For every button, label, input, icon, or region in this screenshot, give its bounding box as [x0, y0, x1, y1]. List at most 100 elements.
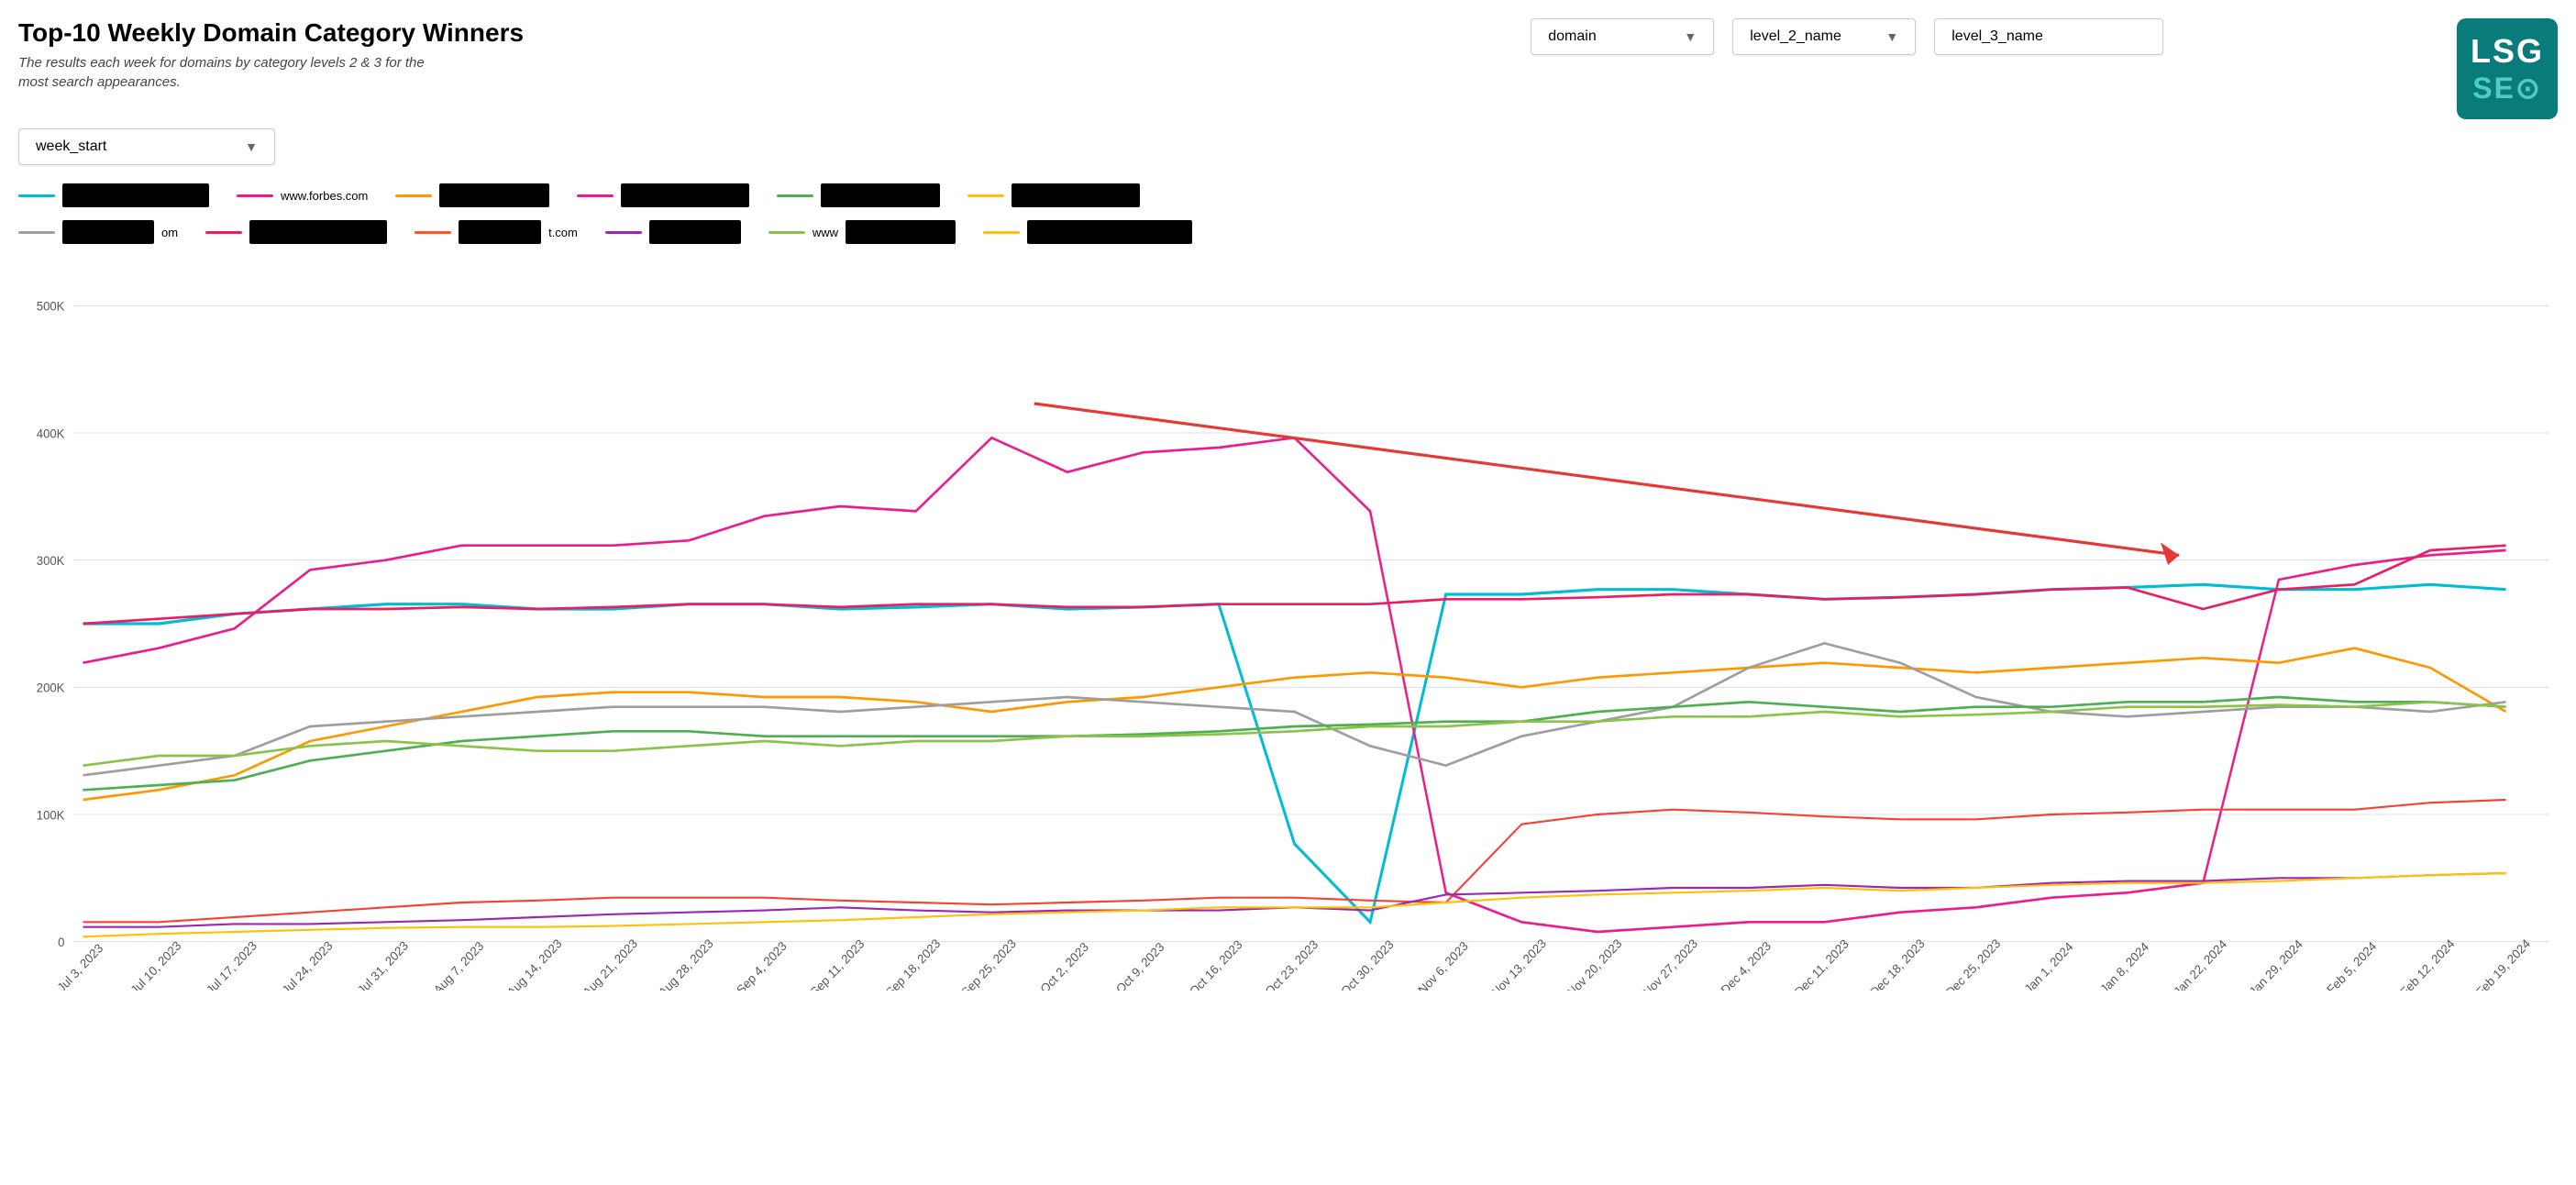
x-label-26: Jan 1, 2024: [2022, 939, 2076, 991]
x-label-22: Dec 4, 2023: [1719, 939, 1774, 991]
x-label-32: Feb 19, 2024: [2473, 936, 2533, 991]
line-forbes: [83, 437, 2505, 932]
line-purple: [83, 873, 2505, 927]
y-label-200k: 200K: [37, 681, 65, 694]
legend-item-cyan: [18, 183, 209, 207]
level2-filter[interactable]: level_2_name ▼: [1732, 18, 1916, 55]
legend-label-pink: [621, 183, 749, 207]
x-label-13: Oct 2, 2023: [1038, 940, 1091, 991]
legend-label-gray-suffix: om: [161, 226, 178, 239]
legend-item-green: [777, 183, 940, 207]
x-label-5: Aug 7, 2023: [431, 939, 486, 991]
x-label-15: Oct 16, 2023: [1187, 937, 1244, 991]
line-magenta: [83, 546, 2505, 624]
x-label-10: Sep 11, 2023: [808, 936, 868, 991]
x-label-8: Aug 28, 2023: [656, 936, 715, 991]
logo: LSG SE⊙: [2457, 18, 2558, 119]
legend-item-ylast: [983, 220, 1192, 244]
x-label-3: Jul 24, 2023: [280, 938, 336, 991]
legend-color-orange: [395, 194, 432, 197]
legend-label-ylast: [1027, 220, 1192, 244]
legend-color-green: [777, 194, 813, 197]
x-label-18: Nov 6, 2023: [1416, 939, 1471, 991]
subtitle: The results each week for domains by cat…: [18, 53, 440, 92]
chart-svg: .grid-line { stroke: #e0e0e0; stroke-wid…: [18, 257, 2558, 991]
legend-item-lgreen: www: [768, 220, 956, 244]
x-label-9: Sep 4, 2023: [734, 939, 789, 991]
page-title: Top-10 Weekly Domain Category Winners: [18, 18, 1238, 48]
legend-color-yellow: [967, 194, 1004, 197]
x-label-28: Jan 22, 2024: [2171, 936, 2229, 991]
x-label-16: Oct 23, 2023: [1263, 937, 1321, 991]
legend-label-tcom-suffix: t.com: [548, 226, 578, 239]
legend-color-cyan: [18, 194, 55, 197]
x-label-27: Jan 8, 2024: [2097, 939, 2151, 991]
level3-label: level_3_name: [1951, 28, 2043, 45]
legend-label-green: [821, 183, 940, 207]
domain-filter[interactable]: domain ▼: [1531, 18, 1714, 55]
top-filters: domain ▼ level_2_name ▼ level_3_name: [1238, 18, 2458, 55]
x-label-17: Oct 30, 2023: [1338, 937, 1396, 991]
level2-arrow-icon: ▼: [1885, 29, 1898, 44]
domain-label: domain: [1548, 28, 1596, 45]
legend: www.forbes.com: [18, 183, 2558, 207]
legend-row2: om t.com www: [18, 220, 2558, 244]
x-label-20: Nov 20, 2023: [1564, 936, 1624, 991]
x-label-30: Feb 5, 2024: [2325, 938, 2380, 991]
legend-color-forbes: [237, 194, 273, 197]
y-label-500k: 500K: [37, 299, 65, 313]
level2-label: level_2_name: [1750, 28, 1841, 45]
header: Top-10 Weekly Domain Category Winners Th…: [18, 18, 2558, 119]
x-label-29: Jan 29, 2024: [2247, 936, 2305, 991]
legend-label-orange: [439, 183, 549, 207]
x-label-7: Aug 21, 2023: [580, 936, 640, 991]
legend-color-red2: [205, 231, 242, 234]
legend-label-lgreen: [846, 220, 956, 244]
legend-color-lgreen: [768, 231, 805, 234]
legend-label-cyan: [62, 183, 209, 207]
legend-color-gray: [18, 231, 55, 234]
header-left: Top-10 Weekly Domain Category Winners Th…: [18, 18, 1238, 92]
legend-item-tcom: t.com: [415, 220, 578, 244]
legend-item-pink: [577, 183, 749, 207]
legend-label-tcom: [459, 220, 541, 244]
legend-label-forbes: www.forbes.com: [281, 189, 368, 203]
domain-arrow-icon: ▼: [1684, 29, 1697, 44]
week-start-label: week_start: [36, 138, 106, 155]
y-label-400k: 400K: [37, 426, 65, 440]
legend-item-orange: [395, 183, 549, 207]
x-label-21: Nov 27, 2023: [1641, 936, 1700, 991]
week-start-filter[interactable]: week_start ▼: [18, 128, 275, 165]
x-label-4: Jul 31, 2023: [355, 938, 411, 991]
x-label-12: Sep 25, 2023: [959, 936, 1019, 991]
legend-item-yellow: [967, 183, 1140, 207]
week-start-arrow-icon: ▼: [245, 139, 258, 154]
x-label-14: Oct 9, 2023: [1113, 940, 1166, 991]
legend-color-purple: [605, 231, 642, 234]
x-label-23: Dec 11, 2023: [1792, 936, 1852, 991]
x-label-24: Dec 18, 2023: [1867, 936, 1927, 991]
legend-label-lgreen-prefix: www: [813, 226, 838, 239]
legend-label-yellow: [1012, 183, 1140, 207]
level3-filter[interactable]: level_3_name: [1934, 18, 2163, 55]
legend-label-red2: [249, 220, 387, 244]
y-label-300k: 300K: [37, 554, 65, 568]
x-label-19: Nov 13, 2023: [1489, 936, 1549, 991]
line-yellow: [83, 873, 2505, 936]
line-red: [83, 800, 2505, 922]
line-cyan: [83, 584, 2505, 922]
legend-item-purple: [605, 220, 741, 244]
x-label-31: Feb 12, 2024: [2398, 936, 2458, 991]
legend-color-pink: [577, 194, 614, 197]
x-label-25: Dec 25, 2023: [1943, 936, 2003, 991]
filters-row2: week_start ▼: [18, 128, 2558, 165]
annotation-arrow-line: [1034, 404, 2180, 555]
y-label-100k: 100K: [37, 808, 65, 822]
logo-lsg: LSG: [2471, 32, 2544, 71]
legend-color-ylast: [983, 231, 1020, 234]
x-label-1: Jul 10, 2023: [128, 938, 184, 991]
y-label-0: 0: [58, 936, 64, 949]
legend-item-gray: om: [18, 220, 178, 244]
x-label-11: Sep 18, 2023: [883, 936, 943, 991]
legend-item-forbes: www.forbes.com: [237, 189, 368, 203]
